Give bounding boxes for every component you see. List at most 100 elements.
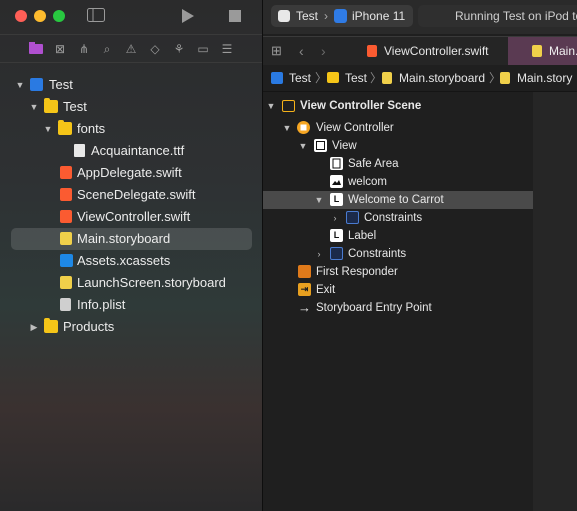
jumpbar-item[interactable]: Test xyxy=(289,65,311,91)
storyboard-file-icon xyxy=(60,276,72,289)
outline-row-entry-point[interactable]: → Storyboard Entry Point xyxy=(263,299,533,317)
outline-label: View Controller xyxy=(316,122,394,134)
outline-row-label-selected[interactable]: ▼ L Welcome to Carrot xyxy=(263,191,533,209)
outline-label: Constraints xyxy=(348,248,407,260)
outline-row-image-view[interactable]: welcom xyxy=(263,173,533,191)
jump-bar: Test 〉 Test 〉 Main.storyboard 〉 Main.sto… xyxy=(263,65,577,92)
jumpbar-item[interactable]: Test xyxy=(345,65,367,91)
outline-label: View xyxy=(332,140,357,152)
arrow-right-icon: → xyxy=(298,300,311,315)
tree-item-products[interactable]: ▶ Products xyxy=(0,317,262,337)
tree-item-group[interactable]: ▼ Test xyxy=(0,97,262,117)
tree-item-label: Test xyxy=(49,77,73,92)
tree-item-project[interactable]: ▼ Test xyxy=(0,75,262,95)
tree-item-file[interactable]: SceneDelegate.swift xyxy=(0,185,262,205)
editor-tab-bar: ⊞ ‹ › ViewController.swift Main. xyxy=(263,36,577,66)
source-control-navigator-icon[interactable]: ⊠ xyxy=(53,42,67,56)
grid-icon[interactable]: ⊞ xyxy=(271,44,282,58)
outline-row-constraints[interactable]: › Constraints xyxy=(263,245,533,263)
sidebar-toggle-icon[interactable] xyxy=(87,8,105,26)
view-icon xyxy=(314,139,327,152)
disclosure-expanded-icon[interactable]: ▼ xyxy=(29,97,39,117)
jumpbar-item[interactable]: Main.storyboard xyxy=(399,65,485,91)
tree-item-file[interactable]: Info.plist xyxy=(0,295,262,315)
back-arrow-icon[interactable]: ‹ xyxy=(299,43,304,59)
outline-label: Exit xyxy=(316,284,336,296)
jumpbar-item[interactable]: Main.story xyxy=(517,65,572,91)
debug-navigator-icon[interactable]: ⚘ xyxy=(172,42,186,56)
tab-viewcontroller[interactable]: ViewController.swift xyxy=(353,37,503,65)
plist-file-icon xyxy=(60,298,71,311)
issue-navigator-icon[interactable]: ⚠ xyxy=(124,42,138,56)
label-icon: L xyxy=(330,193,343,206)
disclosure-expanded-icon[interactable]: ▼ xyxy=(266,97,276,115)
outline-label: Label xyxy=(348,230,377,242)
chevron-right-icon: › xyxy=(324,9,328,23)
scheme-selector[interactable]: Test › iPhone 11 xyxy=(271,5,413,27)
disclosure-collapsed-icon[interactable]: › xyxy=(330,209,340,227)
disclosure-expanded-icon[interactable]: ▼ xyxy=(43,119,53,139)
storyboard-file-icon xyxy=(532,45,542,57)
outline-row-label[interactable]: L Label xyxy=(263,227,533,245)
play-icon[interactable] xyxy=(181,8,195,28)
tree-item-file[interactable]: AppDelegate.swift xyxy=(0,163,262,183)
storyboard-file-icon xyxy=(382,72,392,84)
tree-item-file[interactable]: Assets.xcassets xyxy=(0,251,262,271)
minimize-window-button[interactable] xyxy=(34,10,46,22)
forward-arrow-icon[interactable]: › xyxy=(321,43,326,59)
outline-row-view-controller[interactable]: ▼ View Controller xyxy=(263,119,533,137)
symbol-navigator-icon[interactable]: ⋔ xyxy=(77,42,91,56)
scheme-target-label: Test xyxy=(296,9,319,23)
project-icon xyxy=(30,78,43,91)
breakpoint-navigator-icon[interactable]: ▭ xyxy=(196,42,210,56)
scheme-device-label: iPhone 11 xyxy=(352,9,406,23)
tree-item-fonts[interactable]: ▼ fonts xyxy=(0,119,262,139)
tree-item-file-selected[interactable]: Main.storyboard xyxy=(0,228,262,250)
outline-row-first-responder[interactable]: First Responder xyxy=(263,263,533,281)
tree-item-file[interactable]: LaunchScreen.storyboard xyxy=(0,273,262,293)
outline-row-scene[interactable]: ▼ View Controller Scene xyxy=(263,97,533,115)
zoom-window-button[interactable] xyxy=(53,10,65,22)
tree-item-file[interactable]: Acquaintance.ttf xyxy=(0,141,262,161)
disclosure-expanded-icon[interactable]: ▼ xyxy=(282,119,292,137)
tree-item-label: SceneDelegate.swift xyxy=(77,187,196,202)
find-navigator-icon[interactable]: ⌕ xyxy=(100,42,114,56)
project-navigator-icon[interactable] xyxy=(29,42,43,57)
navigator-divider xyxy=(0,62,262,63)
close-window-button[interactable] xyxy=(15,10,27,22)
disclosure-expanded-icon[interactable]: ▼ xyxy=(298,137,308,155)
tree-item-label: Main.storyboard xyxy=(77,231,171,246)
image-view-icon xyxy=(330,175,343,188)
tree-item-label: LaunchScreen.storyboard xyxy=(77,275,226,290)
swift-file-icon xyxy=(60,188,72,201)
app-target-icon xyxy=(278,10,290,22)
device-icon xyxy=(334,9,347,23)
stop-icon[interactable] xyxy=(229,10,241,26)
tree-item-label: AppDelegate.swift xyxy=(77,165,182,180)
tree-item-label: Acquaintance.ttf xyxy=(91,143,185,158)
swift-file-icon xyxy=(60,166,72,179)
folder-icon xyxy=(44,318,58,333)
outline-row-constraints[interactable]: › Constraints xyxy=(263,209,533,227)
tree-item-file[interactable]: ViewController.swift xyxy=(0,207,262,227)
report-navigator-icon[interactable]: ☰ xyxy=(220,42,234,56)
tree-item-label: Test xyxy=(63,99,87,114)
outline-row-exit[interactable]: ⇥ Exit xyxy=(263,281,533,299)
project-icon xyxy=(271,72,283,84)
storyboard-file-icon xyxy=(60,232,72,245)
outline-label: Safe Area xyxy=(348,158,399,170)
folder-icon xyxy=(58,120,72,135)
tree-item-label: Products xyxy=(63,319,115,334)
test-navigator-icon[interactable]: ◇ xyxy=(148,42,162,56)
tab-label: Main. xyxy=(549,44,577,58)
storyboard-canvas[interactable] xyxy=(533,92,577,511)
outline-row-view[interactable]: ▼ View xyxy=(263,137,533,155)
constraints-icon xyxy=(346,211,359,224)
tab-main-storyboard-active[interactable]: Main. xyxy=(508,37,577,65)
disclosure-expanded-icon[interactable]: ▼ xyxy=(15,75,25,95)
disclosure-collapsed-icon[interactable]: › xyxy=(314,245,324,263)
outline-row-safe-area[interactable]: Safe Area xyxy=(263,155,533,173)
disclosure-collapsed-icon[interactable]: ▶ xyxy=(29,317,39,337)
disclosure-expanded-icon[interactable]: ▼ xyxy=(314,191,324,209)
toolbar-divider xyxy=(0,34,262,35)
